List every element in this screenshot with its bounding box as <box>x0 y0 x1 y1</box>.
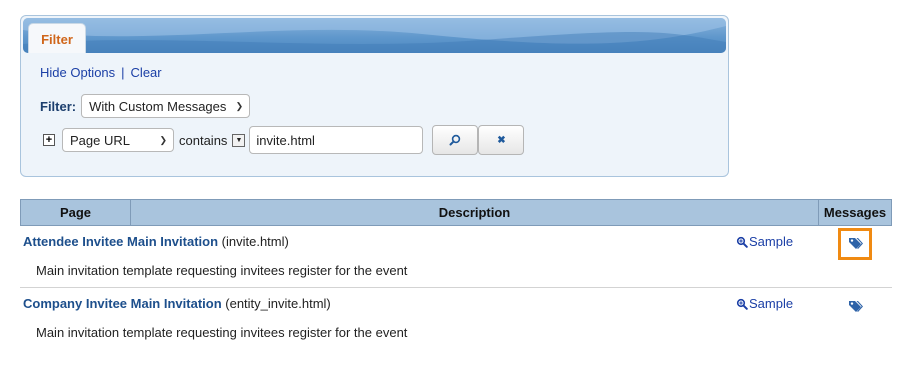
filter-value-text: invite.html <box>256 132 315 148</box>
operator-label: contains <box>179 132 228 148</box>
condition-row: + Page URL ❯ contains ▼ invite.html ✖ <box>43 125 525 155</box>
zoom-icon <box>736 236 748 248</box>
operator-dropdown-button[interactable]: ▼ <box>232 133 246 147</box>
results-table: Page Description Messages Attendee Invit… <box>20 199 892 350</box>
tab-filter[interactable]: Filter <box>28 23 86 53</box>
tags-icon[interactable] <box>847 236 863 250</box>
column-header-page[interactable]: Page <box>21 200 131 225</box>
sample-link[interactable]: Sample <box>736 296 793 311</box>
page-title-link[interactable]: Company Invitee Main Invitation <box>23 296 222 311</box>
page-filename: (invite.html) <box>221 234 289 249</box>
filter-tab-strip: Filter <box>23 18 726 53</box>
clear-link[interactable]: Clear <box>131 65 162 80</box>
row-description: Main invitation template requesting invi… <box>36 325 408 340</box>
tags-icon[interactable] <box>847 299 863 313</box>
clear-filter-button[interactable]: ✖ <box>478 125 525 155</box>
column-header-description[interactable]: Description <box>131 200 819 225</box>
search-button[interactable] <box>432 125 479 155</box>
filter-label: Filter: <box>40 98 77 114</box>
close-icon: ✖ <box>497 134 506 146</box>
column-header-messages[interactable]: Messages <box>819 200 891 225</box>
tab-strip-wave <box>23 18 726 53</box>
filter-value-input[interactable]: invite.html <box>249 126 424 154</box>
page-filename: (entity_invite.html) <box>225 296 331 311</box>
filter-select[interactable]: With Custom Messages ❯ <box>81 94 251 118</box>
page-title-link[interactable]: Attendee Invitee Main Invitation <box>23 234 218 249</box>
filter-panel: Filter Hide Options | Clear Filter: With C… <box>20 15 729 177</box>
zoom-icon <box>736 298 748 310</box>
add-condition-button[interactable]: + <box>43 134 55 146</box>
chevron-down-icon: ❯ <box>159 134 167 145</box>
hide-options-link[interactable]: Hide Options <box>40 65 115 80</box>
row-title: Attendee Invitee Main Invitation (invite… <box>23 234 289 249</box>
field-select-value: Page URL <box>70 132 130 148</box>
table-row: Attendee Invitee Main Invitation (invite… <box>20 226 892 288</box>
table-header: Page Description Messages <box>20 199 892 226</box>
sample-label: Sample <box>749 296 794 311</box>
table-row: Company Invitee Main Invitation (entity_… <box>20 288 892 350</box>
row-title: Company Invitee Main Invitation (entity_… <box>23 296 331 311</box>
field-select[interactable]: Page URL ❯ <box>62 128 174 152</box>
filter-select-value: With Custom Messages <box>89 98 227 114</box>
filter-row: Filter: With Custom Messages ❯ <box>40 94 251 118</box>
sample-link[interactable]: Sample <box>736 234 793 249</box>
search-icon <box>449 134 461 146</box>
link-separator: | <box>121 65 125 80</box>
row-description: Main invitation template requesting invi… <box>36 263 408 278</box>
sample-label: Sample <box>749 234 794 249</box>
filter-options-links: Hide Options | Clear <box>40 65 162 80</box>
chevron-down-icon: ❯ <box>235 100 244 111</box>
